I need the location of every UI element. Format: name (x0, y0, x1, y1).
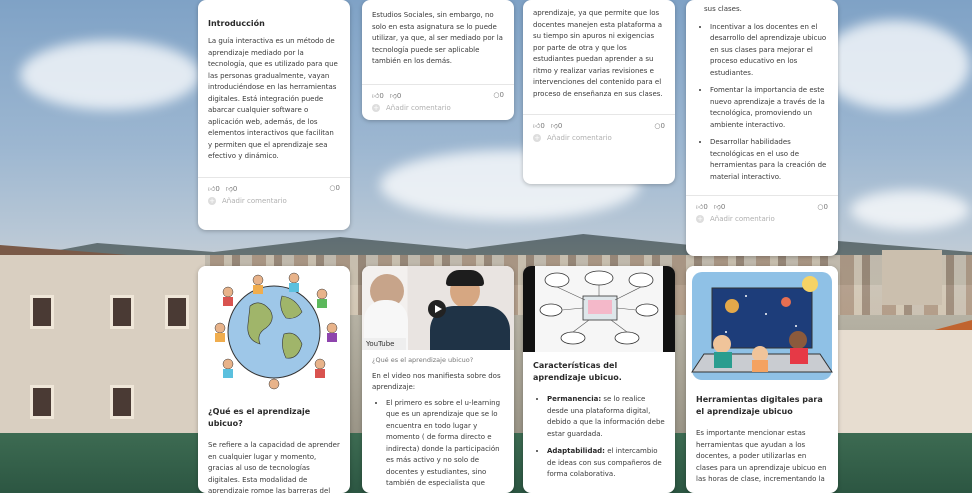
plus-icon: + (533, 134, 541, 142)
plus-icon: + (372, 103, 380, 112)
post-body: Es importante mencionar estas herramient… (696, 429, 827, 483)
post-title: Herramientas digitales para el aprendiza… (696, 395, 823, 416)
reaction-bar: 👍︎0 👎︎0 ○0 (198, 176, 350, 193)
thumb-down-icon: 👎︎ (225, 184, 233, 193)
post-body: aprendizaje, ya que permite que los doce… (533, 9, 663, 98)
reaction-bar: 👍︎0 👎︎0 ○0 (686, 195, 838, 211)
post-card-herramientas[interactable]: ⋮ Herramientas digitales para el aprendi… (686, 266, 838, 493)
list-item: Desarrollar habilidades tecnológicas en … (710, 137, 828, 183)
video-caption: ¿Qué es el aprendizaje ubicuo? (372, 356, 474, 364)
post-title: Características del aprendizaje ubicuo. (533, 361, 622, 382)
post-card-estudios-sociales[interactable]: Estudios Sociales, sin embargo, no solo … (362, 0, 514, 120)
thumb-down-icon: 👎︎ (389, 91, 397, 100)
list-item: Incentivar a los docentes en el desarrol… (710, 22, 828, 80)
reaction-bar: 👍︎0 👎︎0 ○0 (362, 83, 514, 100)
post-card-plataforma[interactable]: aprendizaje, ya que permite que los doce… (523, 0, 675, 184)
plus-icon: + (208, 196, 216, 205)
like-button[interactable]: 👍︎0 (372, 91, 384, 100)
globe-children-illustration (198, 266, 350, 394)
youtube-label: YouTube (362, 338, 406, 350)
list-item: Adaptabilidad: el intercambio de ideas c… (547, 446, 665, 481)
add-comment-button[interactable]: + Añadir comentario (362, 100, 514, 118)
post-title: ¿Qué es el aprendizaje ubicuo? (208, 407, 311, 428)
like-button[interactable]: 👍︎0 (696, 202, 708, 211)
like-button[interactable]: 👍︎0 (208, 184, 220, 193)
post-card-caracteristicas[interactable]: ⋮ Características del aprendizaje ubicuo… (523, 266, 675, 493)
post-card-video[interactable]: ⋮ YouTube ¿Qué es el aprendizaje ubicuo?… (362, 266, 514, 493)
thumb-down-icon: 👎︎ (550, 122, 558, 130)
list-item: Fomentar la importancia de este nuevo ap… (710, 85, 828, 131)
post-body: Estudios Sociales, sin embargo, no solo … (372, 11, 503, 65)
dislike-button[interactable]: 👎︎0 (226, 184, 238, 193)
like-button[interactable]: 👍︎0 (533, 121, 545, 130)
dislike-button[interactable]: 👎︎0 (390, 91, 402, 100)
comment-count[interactable]: ○0 (654, 122, 665, 130)
post-body: La guía interactiva es un método de apre… (208, 37, 338, 160)
comment-count[interactable]: ○0 (817, 203, 828, 211)
thumb-down-icon: 👎︎ (713, 203, 721, 211)
list-item: El primero es sobre el u-learning que es… (386, 398, 504, 490)
comment-count[interactable]: ○0 (329, 184, 340, 192)
plus-icon: + (696, 215, 704, 223)
post-card-que-es[interactable]: ⋮ ¿Qué es el aprendizaje ubicuo? Se refi… (198, 266, 350, 493)
post-body-top: sus clases. (704, 5, 742, 13)
post-title: Introducción (208, 19, 265, 28)
dislike-button[interactable]: 👎︎0 (551, 121, 563, 130)
add-comment-button[interactable]: + Añadir comentario (198, 193, 350, 211)
cloud-network-illustration (523, 266, 675, 352)
video-points-list: El primero es sobre el u-learning que es… (372, 398, 504, 490)
post-body: Se refiere a la capacidad de aprender en… (208, 441, 340, 493)
post-body: En el video nos manifiesta sobre dos apr… (372, 371, 501, 392)
youtube-video-thumbnail[interactable]: YouTube (362, 266, 514, 350)
list-item: Permanencia: se lo realice desde una pla… (547, 394, 665, 440)
characteristics-list: Permanencia: se lo realice desde una pla… (533, 394, 665, 481)
post-card-introduccion[interactable]: Introducción La guía interactiva es un m… (198, 0, 350, 230)
objectives-list: Incentivar a los docentes en el desarrol… (696, 22, 828, 184)
kids-space-illustration (686, 266, 838, 386)
add-comment-button[interactable]: + Añadir comentario (686, 211, 838, 229)
add-comment-button[interactable]: + Añadir comentario (523, 130, 675, 148)
dislike-button[interactable]: 👎︎0 (714, 202, 726, 211)
post-card-objetivos[interactable]: sus clases. Incentivar a los docentes en… (686, 0, 838, 256)
reaction-bar: 👍︎0 👎︎0 ○0 (523, 114, 675, 130)
comment-count[interactable]: ○0 (493, 91, 504, 99)
